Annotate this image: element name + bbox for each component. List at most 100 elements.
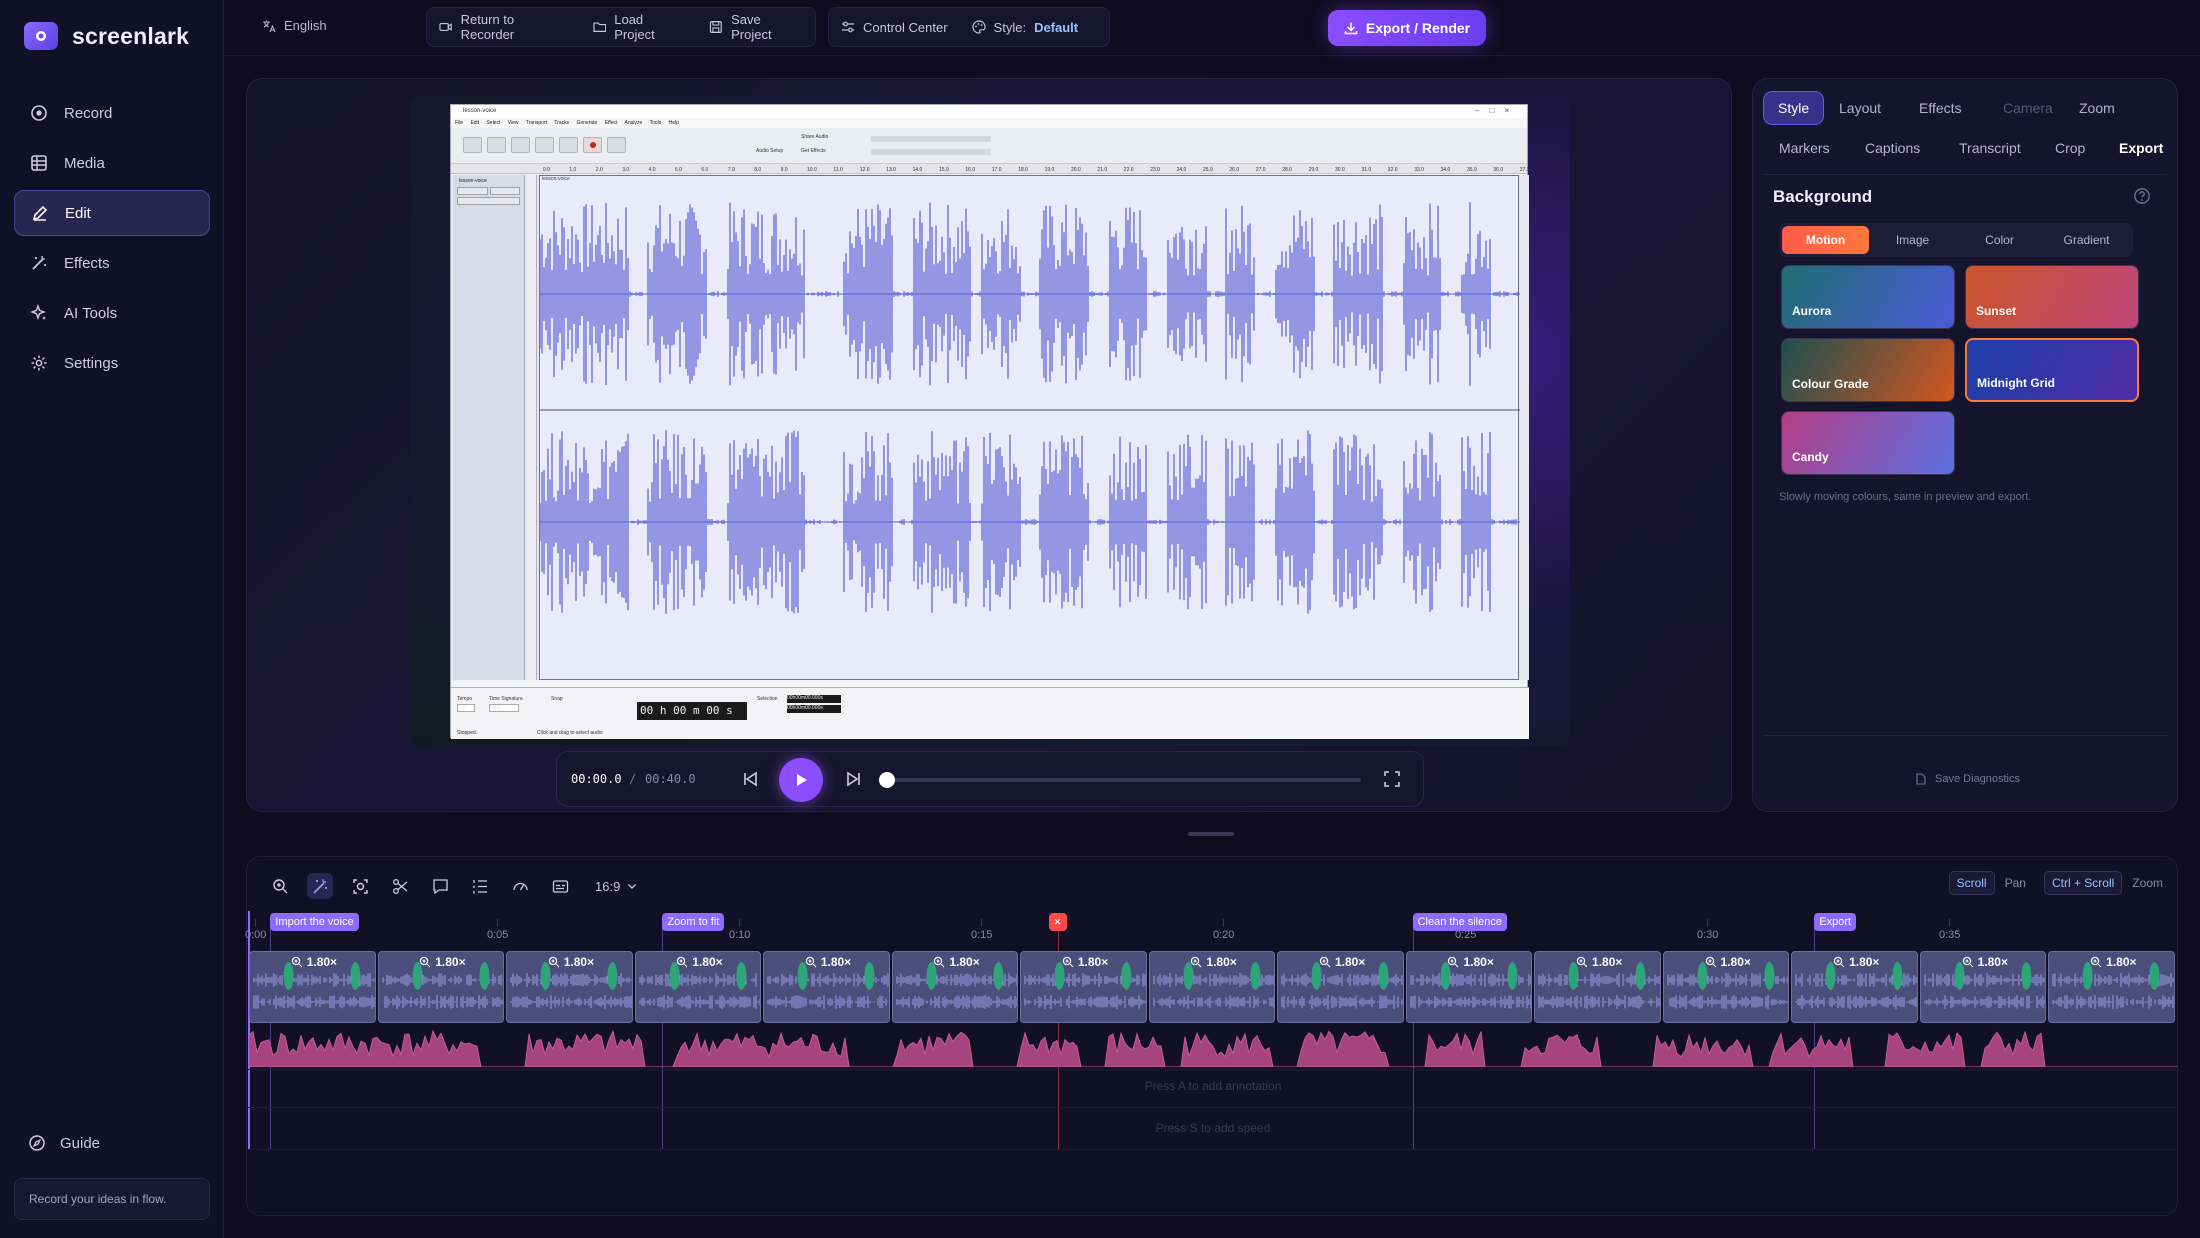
- compass-icon: [29, 1135, 45, 1151]
- tab-style[interactable]: Style: [1763, 91, 1825, 125]
- video-clip[interactable]: 1.80×: [1405, 951, 1533, 1023]
- tab-effects[interactable]: Effects: [1919, 91, 1962, 125]
- download-icon: [1344, 22, 1358, 35]
- video-clip[interactable]: 1.80×: [1148, 951, 1276, 1023]
- clip-zoom-factor: 1.80×: [2106, 955, 2137, 969]
- ruler-tick-label: 1.0: [569, 167, 576, 173]
- video-clip[interactable]: 1.80×: [1919, 951, 2047, 1023]
- timeline-tick-label: 0:15: [971, 929, 993, 941]
- language-selector[interactable]: English: [262, 18, 327, 33]
- segment-image[interactable]: Image: [1869, 226, 1956, 254]
- timeline-marker[interactable]: Import the voice: [270, 913, 359, 931]
- segment-color[interactable]: Color: [1956, 226, 2043, 254]
- play-button[interactable]: [779, 758, 823, 802]
- annotation-tool-button[interactable]: [427, 873, 453, 899]
- clip-zoom-factor: 1.80×: [1077, 955, 1109, 969]
- magic-tool-button[interactable]: [307, 873, 333, 899]
- speed-tool-button[interactable]: [507, 873, 533, 899]
- video-clip[interactable]: 1.80×: [1662, 951, 1790, 1023]
- video-clip[interactable]: 1.80×: [1534, 951, 1661, 1023]
- palette-icon: [971, 20, 986, 34]
- ruler-tick-label: 19.0: [1045, 167, 1055, 173]
- video-clip[interactable]: 1.80×: [377, 951, 505, 1023]
- speed-handle: [2149, 962, 2160, 990]
- segment-motion[interactable]: Motion: [1782, 226, 1869, 254]
- tab-camera[interactable]: Camera: [2003, 91, 2053, 125]
- ruler-tick-label: 16.0: [965, 167, 975, 173]
- aspect-ratio-selector[interactable]: 16:9: [595, 879, 638, 894]
- guide-link[interactable]: Guide: [28, 1134, 100, 1152]
- sidebar-item-media[interactable]: Media: [14, 140, 210, 186]
- tab-captions[interactable]: Captions: [1865, 131, 1920, 165]
- return-to-recorder-button[interactable]: Return to Recorder: [439, 12, 569, 42]
- caption-tool-button[interactable]: [547, 873, 573, 899]
- focus-icon: [352, 878, 368, 894]
- skip-back-icon[interactable]: [741, 770, 759, 788]
- sidebar-item-record[interactable]: Record: [14, 90, 210, 136]
- sidebar-item-ai-tools[interactable]: AI Tools: [14, 290, 210, 336]
- export-render-button[interactable]: Export / Render: [1328, 10, 1486, 46]
- save-project-button[interactable]: Save Project: [709, 12, 803, 42]
- control-center-button[interactable]: Control Center: [841, 20, 948, 35]
- timeline-marker[interactable]: Zoom to fit: [662, 913, 725, 931]
- segment-gradient[interactable]: Gradient: [2043, 226, 2130, 254]
- tab-zoom[interactable]: Zoom: [2079, 91, 2115, 125]
- timeline-marker[interactable]: Clean the silence: [1412, 913, 1507, 931]
- scissors-icon: [392, 878, 407, 894]
- recorded-amplitude-scale: [527, 175, 537, 680]
- video-clip[interactable]: 1.80×: [249, 951, 376, 1023]
- sparkle-icon: [30, 304, 47, 321]
- aspect-ratio-value: 16:9: [595, 878, 621, 894]
- sidebar-item-edit[interactable]: Edit: [14, 190, 210, 236]
- video-clip[interactable]: 1.80×: [634, 951, 762, 1023]
- tab-crop[interactable]: Crop: [2055, 131, 2085, 165]
- video-clip[interactable]: 1.80×: [763, 951, 890, 1023]
- zoom-tool-button[interactable]: [267, 873, 293, 899]
- audio-waveform-track[interactable]: [249, 1027, 2177, 1067]
- tab-transcript[interactable]: Transcript: [1959, 131, 2021, 165]
- ruler-tick-label: 6.0: [701, 167, 708, 173]
- scrub-handle[interactable]: [879, 772, 895, 788]
- swatch-colour-grade[interactable]: Colour Grade: [1781, 338, 1955, 402]
- video-clip[interactable]: 1.80×: [1791, 951, 1918, 1023]
- sidebar-nav: Record Media Edit Effects AI Tools Setti…: [14, 90, 210, 390]
- chapters-tool-button[interactable]: [467, 873, 493, 899]
- tab-layout[interactable]: Layout: [1839, 91, 1881, 125]
- sidebar-item-effects[interactable]: Effects: [14, 240, 210, 286]
- background-hint: Slowly moving colours, same in preview a…: [1779, 491, 2032, 503]
- scrub-bar[interactable]: [887, 778, 1361, 782]
- timeline-tick-label: 0:20: [1213, 929, 1235, 941]
- video-clip[interactable]: 1.80×: [891, 951, 1019, 1023]
- load-project-button[interactable]: Load Project: [592, 12, 686, 42]
- fullscreen-icon[interactable]: [1383, 770, 1401, 788]
- waveform-graphic: [540, 202, 1520, 614]
- sidebar-item-settings[interactable]: Settings: [14, 340, 210, 386]
- video-clip[interactable]: 1.80×: [1277, 951, 1404, 1023]
- swatch-aurora[interactable]: Aurora: [1781, 265, 1955, 329]
- sliders-icon: [842, 21, 854, 33]
- zoom-icon: [1962, 956, 1973, 968]
- skip-forward-icon[interactable]: [845, 770, 863, 788]
- ruler-tick-label: 12.0: [860, 167, 870, 173]
- video-clip[interactable]: 1.80×: [506, 951, 633, 1023]
- swatch-label: Sunset: [1976, 304, 2017, 318]
- tab-export[interactable]: Export: [2119, 131, 2163, 165]
- ruler-tick-label: 21.0: [1097, 167, 1107, 173]
- video-clip[interactable]: 1.80×: [1020, 951, 1147, 1023]
- cut-tool-button[interactable]: [387, 873, 413, 899]
- swatch-midnight-grid[interactable]: Midnight Grid: [1965, 338, 2139, 402]
- speed-lane-hint: Press S to add speed: [1155, 1121, 1271, 1135]
- swatch-candy[interactable]: Candy: [1781, 411, 1955, 475]
- resize-handle[interactable]: [1188, 832, 1234, 836]
- timeline-tick-label: 0:35: [1939, 929, 1961, 941]
- swatch-sunset[interactable]: Sunset: [1965, 265, 2139, 329]
- video-clip[interactable]: 1.80×: [2048, 951, 2175, 1023]
- help-icon[interactable]: [2133, 187, 2151, 205]
- clip-zoom-factor: 1.80×: [692, 955, 723, 969]
- clip-zoom-label: 1.80×: [2090, 955, 2137, 969]
- timeline-marker[interactable]: Export: [1814, 913, 1857, 931]
- camera-tool-button[interactable]: [347, 873, 373, 899]
- save-diagnostics-button[interactable]: Save Diagnostics: [1915, 773, 2020, 785]
- style-selector[interactable]: Style: Default: [971, 20, 1078, 35]
- tab-markers[interactable]: Markers: [1779, 131, 1830, 165]
